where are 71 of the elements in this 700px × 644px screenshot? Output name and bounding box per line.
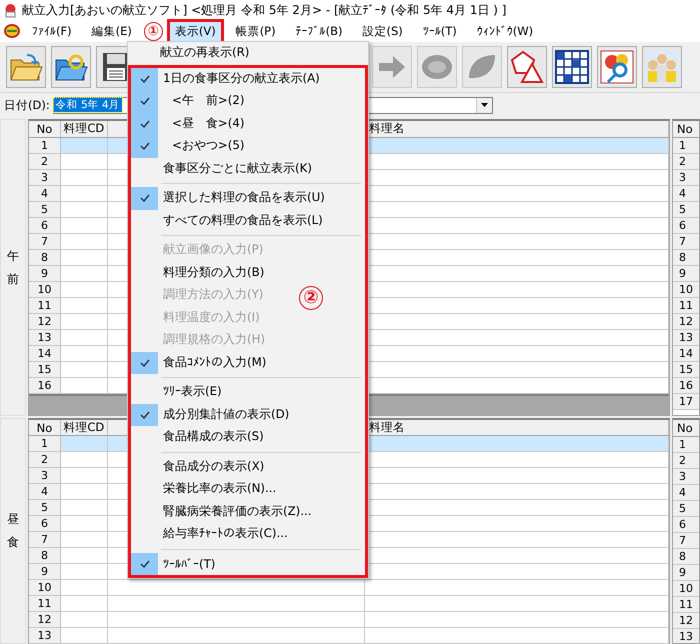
row-number: 11 [29, 298, 61, 313]
row-number: 7 [673, 234, 699, 250]
column-header: 料理CD [60, 121, 108, 137]
row-number: 1 [673, 437, 699, 454]
row-number: 6 [29, 218, 61, 233]
row-number: 13 [29, 628, 61, 644]
row-number: 5 [673, 202, 699, 218]
side-table: No 1 2 3 4 5 6 7 8 9 10 11 12 13 [672, 418, 700, 644]
row-number: 11 [673, 597, 699, 614]
row-number: 2 [673, 154, 699, 170]
row-number: 6 [673, 218, 699, 234]
side-table: No 1 2 3 4 5 6 7 8 9 10 11 12 13 14 15 16 17 [672, 119, 700, 416]
column-header: 料理CD [60, 420, 108, 436]
column-header: No [29, 420, 61, 436]
column-header: No [29, 121, 61, 137]
row-number: 7 [29, 532, 61, 548]
row-number: 13 [673, 629, 699, 643]
section-label: 午前 [0, 119, 26, 416]
row-number: 9 [673, 565, 699, 582]
row-number: 15 [673, 362, 699, 378]
callout-number: ① [144, 22, 163, 40]
row-number: 5 [673, 501, 699, 518]
row-number: 16 [673, 378, 699, 394]
window-title: 献立入力[あおいの献立ソフト] <処理月 令和 5年 2月> - [献立ﾃﾞｰﾀ (令和 5年 4月 1日 ) ] [22, 2, 506, 18]
row-number: 12 [29, 612, 61, 628]
row-number: 16 [29, 378, 61, 393]
row-number: 4 [673, 186, 699, 202]
row-number: 8 [29, 250, 61, 265]
callout-number: ② [299, 286, 323, 310]
row-number: 4 [29, 186, 61, 201]
row-number: 11 [29, 596, 61, 612]
row-number: 9 [673, 266, 699, 282]
row-number: 3 [673, 170, 699, 186]
row-number: 6 [29, 516, 61, 532]
row-number: 10 [673, 282, 699, 298]
row-number: 10 [29, 282, 61, 297]
row-number: 9 [29, 266, 61, 281]
row-number: 12 [673, 613, 699, 630]
row-number: 2 [29, 154, 61, 169]
row-number: 7 [673, 533, 699, 550]
row-number: 11 [673, 298, 699, 314]
row-number: 14 [29, 346, 61, 361]
row-number: 3 [673, 469, 699, 486]
row-number: 5 [29, 202, 61, 217]
row-number: 2 [29, 452, 61, 468]
section-label: 昼食 [0, 418, 26, 644]
row-number: 3 [29, 468, 61, 484]
row-number: 14 [673, 346, 699, 362]
date-label: 日付(D): [4, 98, 50, 112]
row-number: 10 [673, 581, 699, 598]
row-number: 12 [673, 314, 699, 330]
row-number: 15 [29, 362, 61, 377]
row-number: 9 [29, 564, 61, 580]
row-number: 4 [29, 484, 61, 500]
row-number: 10 [29, 580, 61, 596]
row-number: 6 [673, 517, 699, 534]
row-number: 17 [673, 394, 699, 410]
row-number: 8 [29, 548, 61, 564]
row-number: 8 [673, 549, 699, 566]
row-number: 5 [29, 500, 61, 516]
row-number: 13 [673, 330, 699, 346]
row-number: 8 [673, 250, 699, 266]
row-number: 1 [673, 138, 699, 154]
row-number: 3 [29, 170, 61, 185]
row-number: 12 [29, 314, 61, 329]
row-number: 7 [29, 234, 61, 249]
row-number: 13 [29, 330, 61, 345]
row-number: 4 [673, 485, 699, 502]
row-number: 2 [673, 453, 699, 470]
row-number: 1 [29, 436, 61, 452]
row-number: 1 [29, 138, 61, 153]
